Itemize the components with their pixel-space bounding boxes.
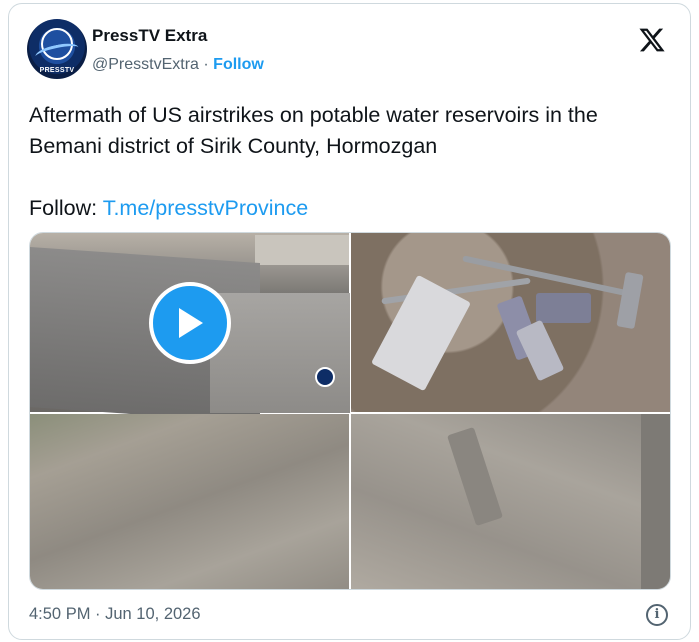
handle-row: @PresstvExtra · Follow <box>92 56 264 74</box>
tweet-card: PRESSTV PressTV Extra @PresstvExtra · Fo… <box>8 3 691 640</box>
follow-prefix: Follow: <box>29 196 103 220</box>
info-icon[interactable]: i <box>646 604 668 626</box>
media-grid[interactable] <box>29 232 671 590</box>
media-image-rubble-right[interactable] <box>351 414 670 589</box>
telegram-link[interactable]: T.me/presstvProvince <box>103 196 309 220</box>
media-video-thumbnail[interactable] <box>30 233 350 424</box>
account-handle[interactable]: @PresstvExtra <box>92 56 199 73</box>
presstv-logo-icon <box>315 367 335 387</box>
play-icon <box>179 308 203 338</box>
follow-button[interactable]: Follow <box>213 56 264 73</box>
tweet-text: Aftermath of US airstrikes on potable wa… <box>29 100 669 224</box>
x-logo-icon[interactable] <box>638 26 666 54</box>
timestamp[interactable]: 4:50 PM · Jun 10, 2026 <box>29 605 201 624</box>
media-image-rubble-left[interactable] <box>30 414 349 589</box>
avatar-label: PRESSTV <box>39 67 75 74</box>
avatar[interactable]: PRESSTV <box>27 19 87 79</box>
media-image-debris[interactable] <box>351 233 670 412</box>
account-name[interactable]: PressTV Extra <box>92 26 207 46</box>
separator-dot: · <box>203 56 209 73</box>
tweet-body: Aftermath of US airstrikes on potable wa… <box>29 103 598 158</box>
play-button[interactable] <box>149 282 231 364</box>
